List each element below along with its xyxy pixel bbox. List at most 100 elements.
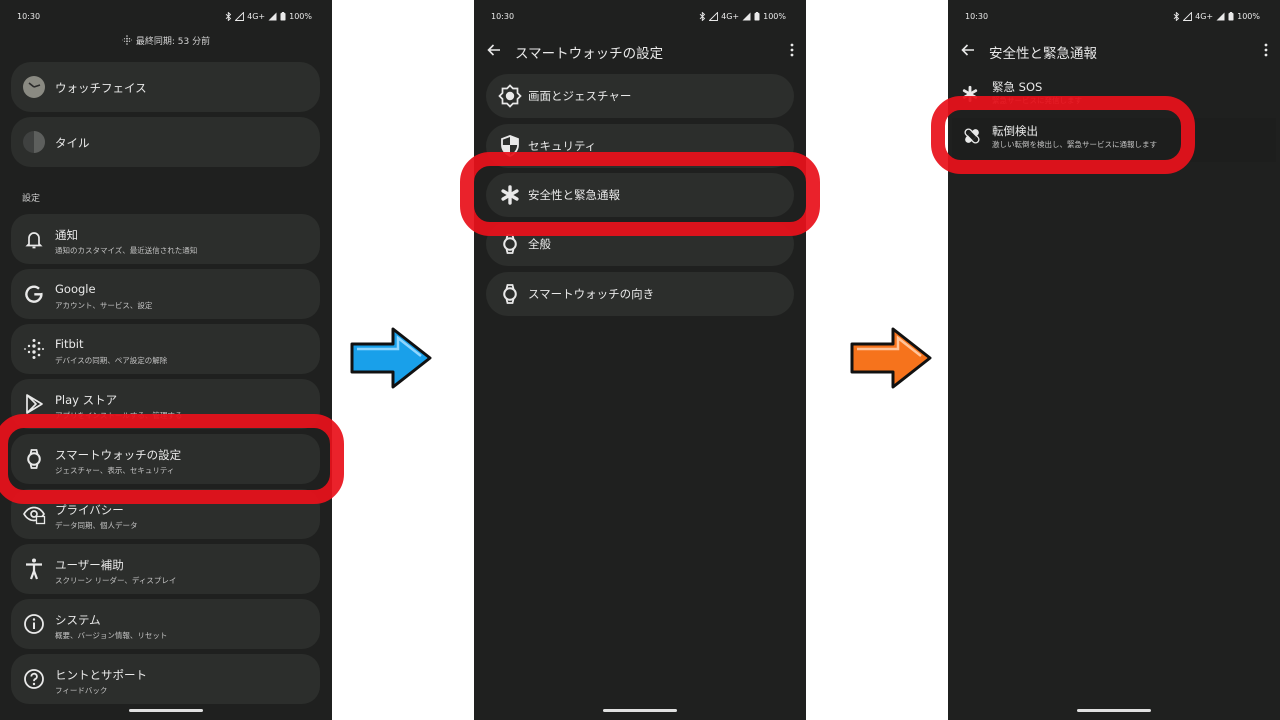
back-arrow-icon[interactable] [486,42,502,58]
fall-detection-icon [964,128,980,144]
info-icon [22,612,46,636]
gesture-bar[interactable] [603,709,677,712]
status-bar: 10:30 4G+ 100% [474,0,806,32]
smartwatch-settings-item[interactable]: スマートウォッチの設定 ジェスチャー、表示、セキュリティ [11,434,320,484]
status-bar: 10:30 4G+ 100% [948,0,1280,32]
item-title: Fitbit [55,337,84,351]
safety-emergency-item[interactable]: 安全性と緊急通報 [486,173,794,217]
fitbit-icon [22,337,46,361]
status-time: 10:30 [965,12,989,21]
google-item[interactable]: Google アカウント、サービス、設定 [11,269,320,319]
item-title: 全般 [528,237,551,251]
tile-icon [22,130,46,154]
emergency-sos-item[interactable]: 緊急 SOS 緊急サービスに発信します [948,76,1280,120]
sync-text: 最終同期: 53 分前 [135,37,211,47]
system-item[interactable]: システム 概要、バージョン情報、リセット [11,599,320,649]
item-subtitle: デバイスの同期、ペア設定の解除 [55,356,168,365]
arrow-right-icon [850,327,932,389]
safety-emergency-screen: 10:30 4G+ 100% 安全性と緊急通報 緊急 SOS 緊急サービスに発信… [948,0,1280,720]
privacy-item[interactable]: プライバシー データ同期、個人データ [11,489,320,539]
watch-icon [498,232,522,256]
network-type: 4G+ [247,12,266,21]
watch-icon [498,282,522,306]
smartwatch-settings-screen: 10:30 4G+ 100% スマートウォッチの設定 画面とジェスチャー セキュ… [474,0,806,720]
display-gesture-item[interactable]: 画面とジェスチャー [486,74,794,118]
back-arrow-icon[interactable] [960,42,976,58]
page-title: 安全性と緊急通報 [989,46,1097,62]
signal-icon [1216,12,1225,21]
more-vert-icon[interactable] [788,42,796,58]
page-title: スマートウォッチの設定 [515,46,664,62]
tile-item[interactable]: タイル [11,117,320,167]
app-bar: 安全性と緊急通報 [948,36,1280,66]
app-bar: スマートウォッチの設定 [474,36,806,66]
general-item[interactable]: 全般 [486,222,794,266]
watchface-item[interactable]: ウォッチフェイス [11,62,320,112]
battery-icon [280,12,286,21]
watch-icon [22,447,46,471]
item-title: 通知 [55,228,78,242]
arrow-right-icon [350,327,432,389]
watchface-icon [22,75,46,99]
network-type: 4G+ [721,12,740,21]
google-icon [22,282,46,306]
item-title: セキュリティ [528,139,597,153]
item-title: 安全性と緊急通報 [528,188,620,202]
bluetooth-icon [225,12,232,21]
battery-level: 100% [763,12,786,21]
item-subtitle: 通知のカスタマイズ、最近送信された通知 [55,246,198,255]
security-item[interactable]: セキュリティ [486,124,794,168]
accessibility-item[interactable]: ユーザー補助 スクリーン リーダー、ディスプレイ [11,544,320,594]
settings-screen: 10:30 4G+ 100% 最終同期: 53 分前 ウォッチフェイス タイル … [0,0,332,720]
battery-level: 100% [289,12,312,21]
signal-icon [235,12,245,21]
section-label: 設定 [22,194,41,204]
accessibility-icon [22,557,46,581]
item-title: スマートウォッチの向き [528,287,655,301]
gesture-bar[interactable] [129,709,203,712]
notifications-item[interactable]: 通知 通知のカスタマイズ、最近送信された通知 [11,214,320,264]
item-subtitle: ジェスチャー、表示、セキュリティ [55,466,175,475]
network-type: 4G+ [1195,12,1214,21]
item-title: ユーザー補助 [55,558,124,572]
item-title: Play ストア [55,393,118,407]
fitbit-item[interactable]: Fitbit デバイスの同期、ペア設定の解除 [11,324,320,374]
asterisk-icon [498,183,522,207]
battery-icon [754,12,760,21]
signal-icon [1183,12,1193,21]
item-title: タイル [55,136,90,150]
item-title: 緊急 SOS [992,80,1043,94]
shield-icon [498,134,522,158]
item-title: プライバシー [55,503,124,517]
battery-level: 100% [1237,12,1260,21]
privacy-icon [22,502,46,526]
help-item[interactable]: ヒントとサポート フィードバック [11,654,320,704]
sync-status: 最終同期: 53 分前 [0,34,332,48]
item-title: Google [55,282,96,296]
asterisk-icon [962,85,978,103]
battery-icon [1228,12,1234,21]
fall-detection-item[interactable]: 転倒検出 激しい転倒を検出し、緊急サービスに通報します [952,118,1276,162]
item-subtitle: 概要、バージョン情報、リセット [55,631,168,640]
item-title: システム [55,613,101,627]
item-subtitle: データ同期、個人データ [55,521,138,530]
bluetooth-icon [1173,12,1180,21]
item-title: スマートウォッチの設定 [55,448,182,462]
bell-icon [22,227,46,251]
watch-orientation-item[interactable]: スマートウォッチの向き [486,272,794,316]
item-subtitle: 緊急サービスに発信します [992,96,1082,105]
item-subtitle: 激しい転倒を検出し、緊急サービスに通報します [992,140,1157,149]
status-bar: 10:30 4G+ 100% [0,0,332,32]
help-icon [22,667,46,691]
item-title: ヒントとサポート [55,668,147,682]
fitbit-icon [121,35,132,48]
status-time: 10:30 [17,12,41,21]
more-vert-icon[interactable] [1262,42,1270,58]
gesture-bar[interactable] [1077,709,1151,712]
play-store-item[interactable]: Play ストア アプリをインストールする、管理する [11,379,320,429]
item-title: ウォッチフェイス [55,81,147,95]
item-subtitle: アプリをインストールする、管理する [55,411,183,420]
bluetooth-icon [699,12,706,21]
display-icon [498,84,522,108]
item-subtitle: アカウント、サービス、設定 [55,301,153,310]
